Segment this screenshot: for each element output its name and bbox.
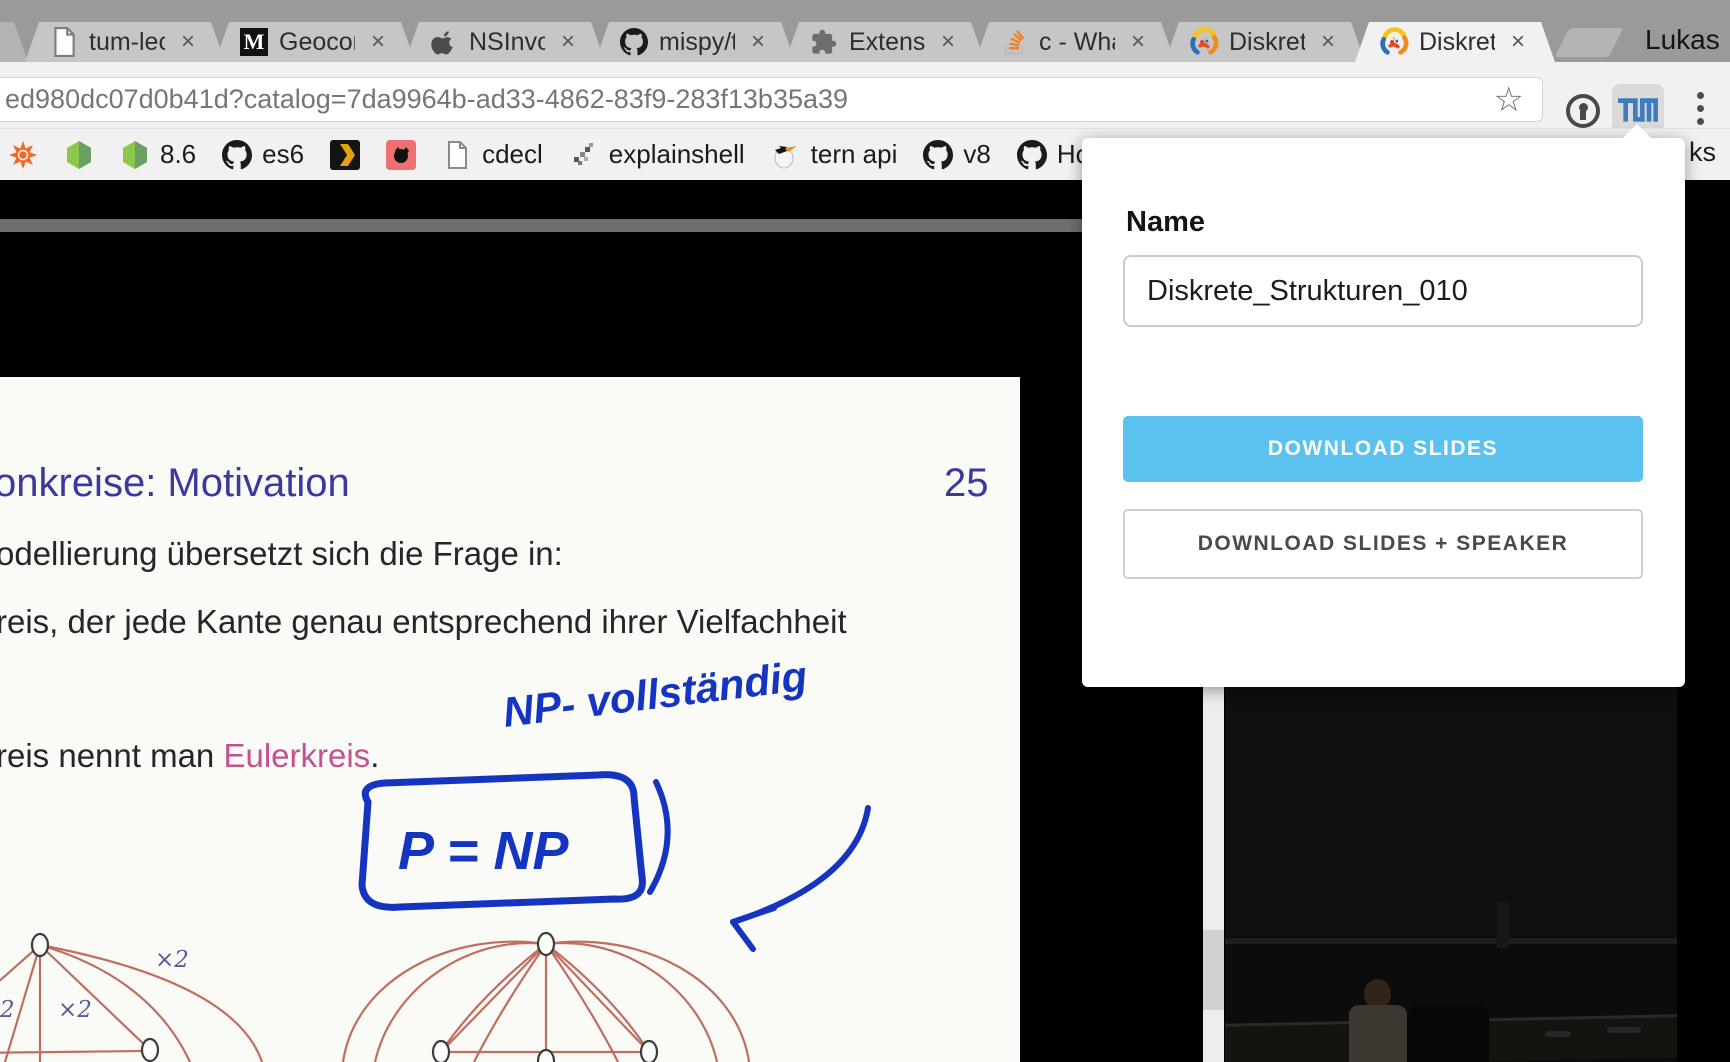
tab-diskrete-strukturen-2-active[interactable]: Diskrete × — [1355, 22, 1555, 62]
tab-diskrete-strukturen-1[interactable]: Diskrete × — [1165, 22, 1365, 62]
svg-text:P = NP: P = NP — [398, 821, 570, 881]
tum-extension-popup: Name DOWNLOAD SLIDES DOWNLOAD SLIDES + S… — [1082, 124, 1685, 687]
tab-close-icon[interactable]: × — [1315, 28, 1341, 56]
bookmark-ho[interactable]: Ho — [1016, 139, 1090, 170]
pnp-box-handwriting: P = NP — [358, 771, 671, 911]
tab-close-icon[interactable]: × — [175, 28, 201, 56]
red-pet-icon — [386, 139, 417, 170]
tab-label: mispy/t — [659, 27, 735, 56]
tab-close-icon[interactable]: × — [365, 28, 391, 56]
lecture-slide-video[interactable]: onkreise: Motivation 25 odellierung über… — [0, 377, 1020, 1062]
bookmark-red-pet[interactable] — [386, 139, 417, 170]
document-icon — [49, 27, 79, 57]
github-icon — [1016, 139, 1047, 170]
download-slides-speaker-button[interactable]: DOWNLOAD SLIDES + SPEAKER — [1123, 509, 1643, 579]
plex-icon — [330, 139, 361, 170]
nodejs-icon — [120, 140, 150, 170]
bookmark-explainshell[interactable]: explainshell — [569, 139, 745, 170]
euler-graph-right — [341, 940, 751, 1062]
document-icon — [442, 140, 472, 170]
bookmark-nodejs[interactable] — [64, 140, 94, 170]
slide-title: onkreise: Motivation — [0, 461, 350, 505]
bookmark-cdecl[interactable]: cdecl — [442, 139, 543, 170]
tab-stackoverflow[interactable]: c - Wha × — [975, 22, 1175, 62]
name-label: Name — [1126, 206, 1205, 238]
tab-label: Diskrete — [1229, 27, 1305, 56]
tab-label: c - Wha — [1039, 27, 1112, 56]
extension-puzzle-icon — [809, 27, 839, 57]
tab-strip: tum-lec × M Geocor × NSInvo × mispy/t × — [0, 0, 1730, 62]
svg-text:×2: ×2 — [155, 947, 189, 973]
nodejs-icon — [64, 140, 94, 170]
tab-close-icon[interactable]: × — [555, 28, 581, 56]
bookmark-nodejs-86[interactable]: 8.6 — [120, 139, 196, 170]
bookmark-tern-api[interactable]: tern api — [771, 139, 897, 170]
download-slides-button[interactable]: DOWNLOAD SLIDES — [1123, 416, 1643, 482]
tab-label: Extensi — [849, 27, 925, 56]
tab-geocoding[interactable]: M Geocor × — [215, 22, 415, 62]
profile-name[interactable]: Lukas — [1645, 24, 1720, 56]
tab-nsinvocation[interactable]: NSInvo × — [405, 22, 605, 62]
tab-label: Diskrete — [1419, 27, 1495, 56]
medium-icon: M — [239, 27, 269, 57]
tum-live-icon — [1189, 27, 1219, 57]
tum-live-icon — [1379, 27, 1409, 57]
tab-close-icon[interactable]: × — [1505, 28, 1531, 56]
blackboard — [1225, 687, 1677, 937]
tab-label: Geocor — [279, 27, 355, 56]
np-handwriting: NP- vollständig — [500, 652, 809, 736]
euler-graph-left — [0, 943, 264, 1062]
handwritten-arrow — [730, 805, 871, 952]
bookmark-star-icon[interactable]: ☆ — [1490, 83, 1528, 117]
github-icon — [923, 139, 954, 170]
new-tab-button[interactable] — [1554, 28, 1624, 57]
tab-close-icon[interactable]: × — [1125, 28, 1151, 56]
explainshell-icon — [569, 140, 599, 170]
bookmark-es6[interactable]: es6 — [222, 139, 304, 170]
multiplicity-labels: 2 ×2 ×2 — [0, 947, 189, 1023]
tab-close-icon[interactable]: × — [745, 28, 771, 56]
partial-tab-edge — [0, 22, 28, 62]
slide-page-number: 25 — [944, 461, 989, 505]
lecturer-camera-video[interactable] — [1225, 687, 1677, 1062]
browser-window: tum-lec × M Geocor × NSInvo × mispy/t × — [0, 0, 1730, 1062]
player-scrollbar-thumb[interactable] — [1203, 930, 1224, 1010]
bookmark-v8[interactable]: v8 — [923, 139, 991, 170]
github-icon — [222, 139, 253, 170]
svg-text:×2: ×2 — [58, 997, 92, 1023]
tum-logo-icon — [1618, 98, 1658, 122]
tab-github-mispy[interactable]: mispy/t × — [595, 22, 795, 62]
address-bar[interactable]: ed980dc07d0b41d?catalog=7da9964b-ad33-48… — [0, 77, 1543, 122]
tern-bird-icon — [771, 140, 801, 170]
bookmark-starburst[interactable] — [8, 140, 38, 170]
bookmark-plex[interactable] — [330, 139, 361, 170]
lecturer-body — [1349, 1005, 1407, 1062]
graph-nodes — [30, 931, 659, 1062]
bookmark-overflow-label[interactable]: ks — [1689, 137, 1716, 168]
tab-label: NSInvo — [469, 27, 545, 56]
tab-tum-lec[interactable]: tum-lec × — [25, 22, 225, 62]
eulerkreis-highlight: Eulerkreis — [223, 737, 371, 774]
tab-close-icon[interactable]: × — [935, 28, 961, 56]
url-text[interactable]: ed980dc07d0b41d?catalog=7da9964b-ad33-48… — [5, 84, 1490, 115]
toolbar: ed980dc07d0b41d?catalog=7da9964b-ad33-48… — [0, 62, 1730, 136]
github-icon — [619, 27, 649, 57]
stackoverflow-icon — [999, 27, 1029, 57]
tab-label: tum-lec — [89, 27, 165, 56]
video-player-divider-bar — [0, 219, 1082, 232]
slide-line-2: reis, der jede Kante genau entsprechend … — [0, 603, 847, 640]
popup-arrow — [1622, 124, 1652, 139]
chair-jacket — [1407, 1005, 1489, 1062]
filename-input[interactable] — [1123, 255, 1643, 327]
browser-menu-icon[interactable] — [1690, 92, 1710, 125]
onepassword-extension-icon[interactable] — [1566, 94, 1600, 128]
starburst-icon — [8, 140, 38, 170]
apple-icon — [429, 27, 459, 57]
blackboard-rail — [1225, 938, 1677, 944]
svg-text:2: 2 — [0, 997, 15, 1023]
slide-line-1: odellierung übersetzt sich die Frage in: — [0, 535, 563, 572]
tab-extensions[interactable]: Extensi × — [785, 22, 985, 62]
slide-line-3: reis nennt man Eulerkreis. — [0, 737, 380, 774]
